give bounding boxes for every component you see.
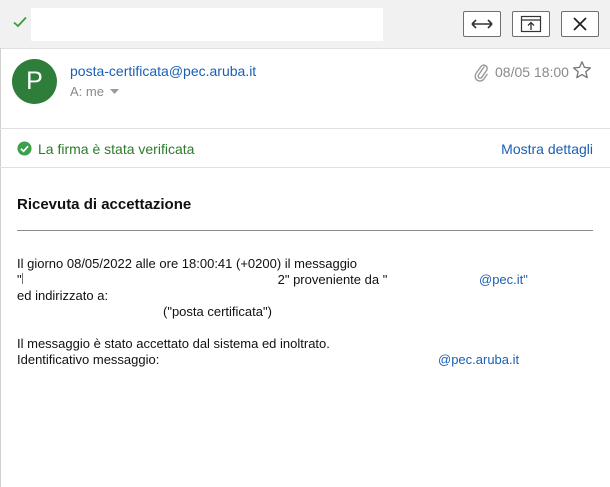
popout-button[interactable] (512, 11, 550, 37)
body-line: " 2" proveniente da " (17, 272, 387, 287)
star-icon[interactable] (572, 60, 592, 80)
message-date: 08/05 18:00 (495, 64, 569, 80)
body-line: ("posta certificata") (163, 304, 272, 319)
email-link[interactable]: @pec.aruba.it (438, 352, 519, 367)
message-header: P posta-certificata@pec.aruba.it A: me 0… (0, 48, 610, 128)
close-button[interactable] (561, 11, 599, 37)
receipt-title: Ricevuta di accettazione (17, 196, 192, 213)
body-line: Il messaggio è stato accettato dal siste… (17, 336, 330, 351)
check-icon (13, 16, 27, 28)
avatar[interactable]: P (12, 59, 57, 104)
paperclip-icon (474, 64, 488, 82)
signature-status: La firma è stata verificata (38, 141, 195, 157)
body-line: ed indirizzato a: (17, 288, 109, 303)
body-line: Identificativo messaggio: (17, 352, 160, 367)
show-details-link[interactable]: Mostra dettagli (501, 141, 593, 157)
recipient-toggle[interactable]: A: me (70, 84, 119, 99)
divider (0, 167, 610, 168)
expand-button[interactable] (463, 11, 501, 37)
title-rule (17, 230, 593, 231)
sender-address[interactable]: posta-certificata@pec.aruba.it (70, 63, 256, 79)
redacted-text (21, 273, 26, 284)
popout-window-icon (520, 15, 542, 33)
window-toolbar (0, 0, 610, 49)
body-text: 2" proveniente da " (277, 272, 388, 287)
chevron-down-icon (109, 88, 119, 94)
subject-field (31, 8, 383, 41)
email-link[interactable]: @pec.it" (479, 272, 528, 287)
verified-check-icon (17, 141, 32, 156)
double-arrow-icon (471, 19, 493, 29)
signature-bar: La firma è stata verificata Mostra detta… (0, 129, 610, 167)
recipient-label: A: me (70, 84, 104, 99)
body-line: Il giorno 08/05/2022 alle ore 18:00:41 (… (17, 256, 358, 271)
close-icon (573, 17, 587, 31)
